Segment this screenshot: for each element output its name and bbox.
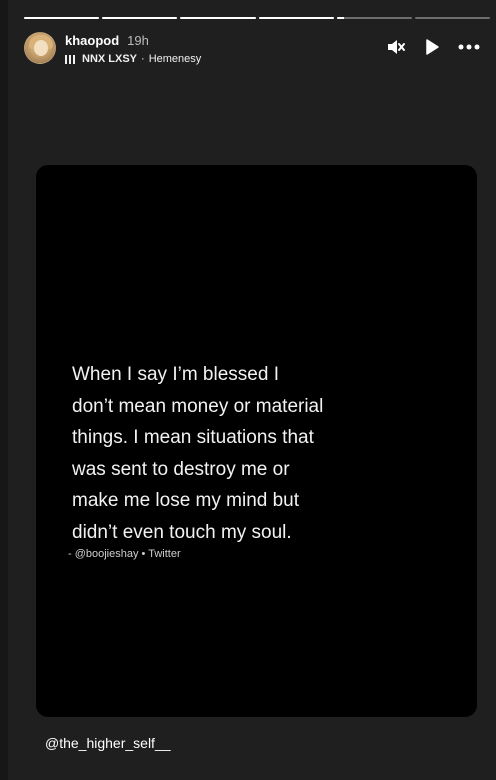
- music-bars-icon: [65, 54, 75, 64]
- progress-segment: [102, 17, 178, 19]
- progress-segment-fill: [102, 17, 178, 19]
- speaker-muted-icon[interactable]: [386, 38, 406, 56]
- progress-segment-fill: [336, 17, 345, 19]
- progress-segment: [414, 17, 491, 19]
- progress-segment: [336, 17, 412, 19]
- quote-text: When I say I’m blessed I don’t mean mone…: [72, 359, 372, 548]
- avatar-face: [34, 40, 48, 56]
- story-viewer: khaopod 19h NNX LXSY · Hemenesy When I s…: [0, 0, 496, 780]
- left-edge-strip: [0, 0, 8, 780]
- music-track: Hemenesy: [148, 53, 202, 65]
- quote-line: When I say I’m blessed I: [72, 364, 279, 385]
- progress-segment-fill: [24, 17, 100, 19]
- story-controls: [386, 38, 480, 56]
- quote-line: don’t mean money or material: [72, 395, 324, 417]
- progress-segment-fill: [258, 17, 334, 19]
- story-header: khaopod 19h NNX LXSY · Hemenesy: [24, 32, 480, 66]
- username-link[interactable]: khaopod: [65, 33, 119, 48]
- music-separator: ·: [141, 53, 145, 65]
- progress-segment: [24, 17, 100, 19]
- more-horizontal-icon[interactable]: [458, 44, 480, 50]
- avatar[interactable]: [24, 32, 56, 64]
- music-info[interactable]: NNX LXSY · Hemenesy: [65, 53, 201, 65]
- progress-segment: [180, 17, 256, 19]
- post-time: 19h: [127, 33, 149, 48]
- play-icon[interactable]: [424, 38, 440, 56]
- quote-line: things. I mean situations that: [72, 427, 314, 448]
- progress-segment: [258, 17, 334, 19]
- quote-line: was sent to destroy me or: [72, 458, 290, 480]
- music-artist: NNX LXSY: [82, 53, 138, 65]
- progress-segment-fill: [180, 17, 256, 19]
- story-progress-bar: [24, 17, 491, 19]
- quote-line: make me lose my mind but: [72, 490, 300, 511]
- quote-attribution: - @boojieshay • Twitter: [68, 548, 181, 560]
- username-row: khaopod 19h: [65, 33, 149, 48]
- mention-caption[interactable]: @the_higher_self__: [45, 735, 171, 751]
- quote-line: didn’t even touch my soul.: [72, 521, 292, 543]
